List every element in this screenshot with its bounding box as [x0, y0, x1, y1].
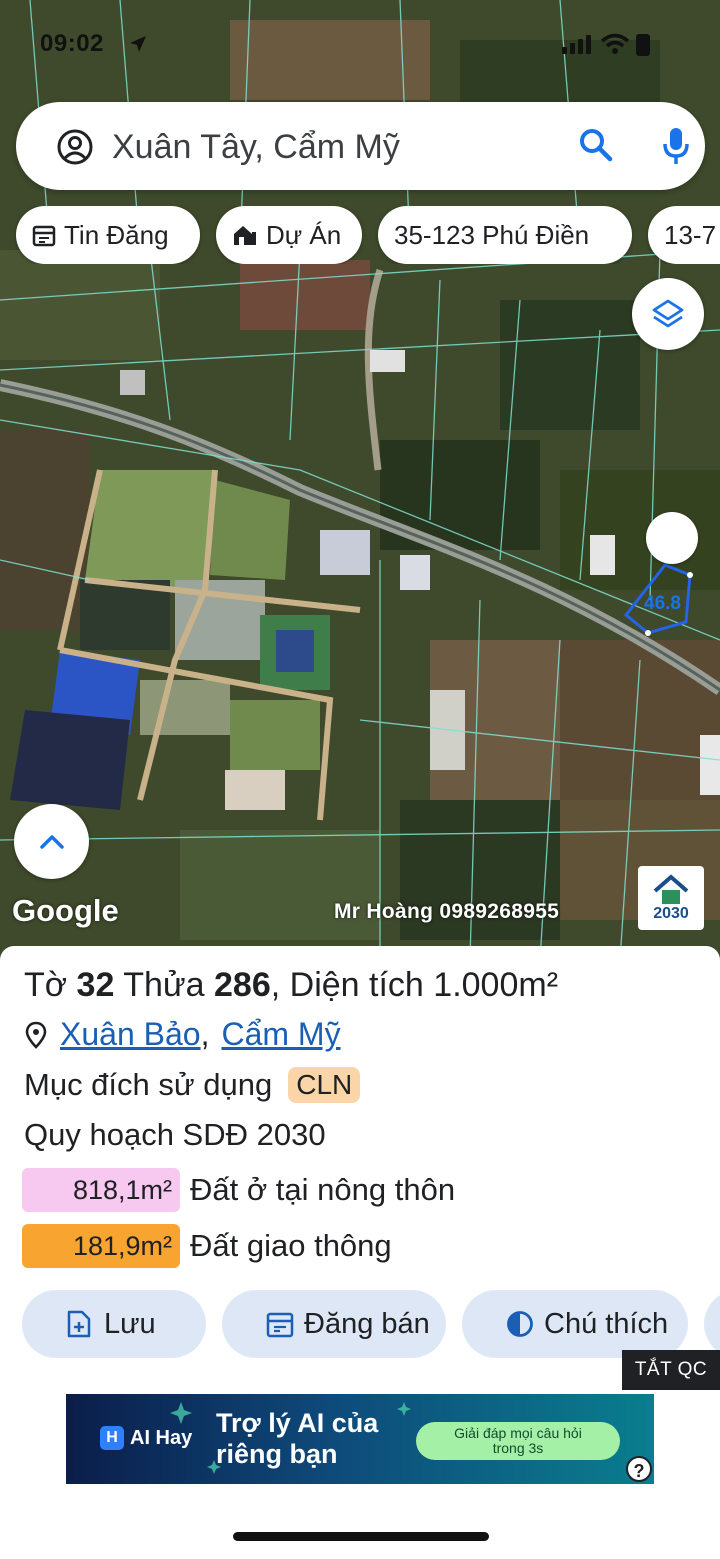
ad-brand-name: AI Hay	[130, 1426, 193, 1449]
ad-headline-line2: riêng bạn	[216, 1439, 338, 1469]
ad-headline-line1: Trợ lý AI của	[216, 1408, 379, 1438]
microphone-icon[interactable]	[661, 126, 691, 166]
zone-row: 818,1m² Đất ở tại nông thôn	[22, 1168, 455, 1212]
search-icon[interactable]	[578, 127, 614, 163]
chip-label: Dự Án	[266, 219, 342, 250]
house-logo-icon	[653, 874, 689, 904]
address-separator: ,	[200, 1016, 210, 1052]
ward-link[interactable]: Xuân Bảo	[60, 1016, 201, 1053]
status-time: 09:02	[40, 30, 104, 57]
cellular-signal-icon	[562, 35, 591, 54]
chip-label: 13-7	[664, 219, 717, 250]
save-button[interactable]: Lưu	[22, 1290, 206, 1358]
ad-banner[interactable]: H AI Hay Trợ lý AI của riêng bạn Giải đá…	[66, 1394, 654, 1484]
legend-button[interactable]: Chú thích	[462, 1290, 688, 1358]
post-sale-label: Đăng bán	[304, 1307, 430, 1340]
search-query[interactable]: Xuân Tây, Cẩm Mỹ	[112, 128, 400, 167]
location-pin-icon	[25, 1021, 47, 1049]
filter-chips: Tin Đăng Dự Án 35-123 Phú Điền 13-7	[0, 206, 720, 264]
ad-brand: H AI Hay	[100, 1426, 192, 1450]
district-link[interactable]: Cẩm Mỹ	[221, 1016, 340, 1053]
bookmark-add-icon	[67, 1310, 91, 1338]
watermark-logo: 2030	[638, 866, 704, 930]
parcel-info-panel: Tờ 32 Thửa 286, Diện tích 1.000m² Xuân B…	[0, 946, 720, 1559]
parcel-handle[interactable]	[646, 512, 698, 564]
sheet-number: 32	[76, 966, 115, 1004]
land-use-purpose: Mục đích sử dụng CLN	[24, 1067, 361, 1103]
chip-label: Tin Đăng	[64, 219, 169, 250]
ad-cta-line1: Giải đáp mọi câu hỏi	[454, 1425, 582, 1441]
plot-number: 286	[214, 966, 271, 1004]
plan-label: Quy hoạch SDĐ 2030	[24, 1117, 326, 1152]
chevron-up-icon	[39, 834, 64, 849]
save-label: Lưu	[104, 1307, 156, 1340]
zone-area-badge: 818,1m²	[22, 1168, 180, 1212]
account-icon[interactable]	[56, 128, 94, 166]
title-sheet-prefix: Tờ	[24, 966, 68, 1004]
map-layers-button[interactable]	[632, 278, 704, 350]
title-area-prefix: , Diện tích	[270, 966, 424, 1004]
contrast-icon	[507, 1311, 533, 1337]
google-logo: Google	[12, 893, 119, 928]
parcel-dimension-label: 46.8	[644, 593, 681, 614]
area-unit: m²	[518, 966, 559, 1004]
post-sale-button[interactable]: Đăng bán	[222, 1290, 446, 1358]
zone-label: Đất ở tại nông thôn	[190, 1172, 456, 1207]
area-value: 1.000	[433, 966, 519, 1004]
chip-plot-13[interactable]: 13-7	[648, 206, 720, 264]
zone-row: 181,9m² Đất giao thông	[22, 1224, 392, 1268]
ad-headline: Trợ lý AI của riêng bạn	[216, 1408, 378, 1470]
title-plot-prefix: Thửa	[123, 966, 205, 1004]
parcel-title: Tờ 32 Thửa 286, Diện tích 1.000m²	[24, 966, 558, 1005]
watermark-text: Mr Hoàng 0989268955	[334, 900, 560, 923]
home-indicator[interactable]	[233, 1532, 489, 1541]
hide-ads-button[interactable]: TẮT QC	[622, 1350, 720, 1390]
action-buttons: Lưu Đăng bán Chú thích	[0, 1290, 720, 1358]
ad-info-icon[interactable]: ?	[626, 1456, 652, 1482]
expand-panel-button[interactable]	[14, 804, 89, 879]
ad-cta-line2: trong 3s	[492, 1440, 544, 1456]
chip-plot-phu-dien[interactable]: 35-123 Phú Điền	[378, 206, 632, 264]
location-arrow-icon	[130, 36, 146, 52]
chip-du-an[interactable]: Dự Án	[216, 206, 362, 264]
satellite-map[interactable]: 09:02 Xuân Tây, Cẩm Mỹ Tin Đăng Dự Án 35…	[0, 0, 720, 960]
zone-label: Đất giao thông	[190, 1228, 392, 1263]
calendar-icon	[266, 1312, 294, 1338]
more-action-button[interactable]	[704, 1290, 720, 1358]
zone-area-badge: 181,9m²	[22, 1224, 180, 1268]
ad-brand-logo-icon: H	[100, 1426, 124, 1450]
purpose-code-badge: CLN	[288, 1067, 361, 1103]
chip-label: 35-123 Phú Điền	[394, 219, 590, 250]
house-icon	[234, 226, 256, 245]
purpose-label: Mục đích sử dụng	[24, 1067, 273, 1102]
layers-icon	[652, 299, 684, 328]
calendar-icon	[32, 225, 56, 247]
legend-label: Chú thích	[544, 1307, 669, 1340]
watermark-logo-year: 2030	[653, 905, 689, 922]
chip-tin-dang[interactable]: Tin Đăng	[16, 206, 200, 264]
parcel-address: Xuân Bảo, Cẩm Mỹ	[24, 1016, 341, 1053]
battery-icon	[636, 34, 650, 56]
status-bar: 09:02	[0, 30, 720, 64]
ad-cta-button[interactable]: Giải đáp mọi câu hỏi trong 3s	[416, 1422, 620, 1460]
search-bar[interactable]: Xuân Tây, Cẩm Mỹ	[16, 102, 705, 190]
wifi-icon	[600, 33, 630, 54]
